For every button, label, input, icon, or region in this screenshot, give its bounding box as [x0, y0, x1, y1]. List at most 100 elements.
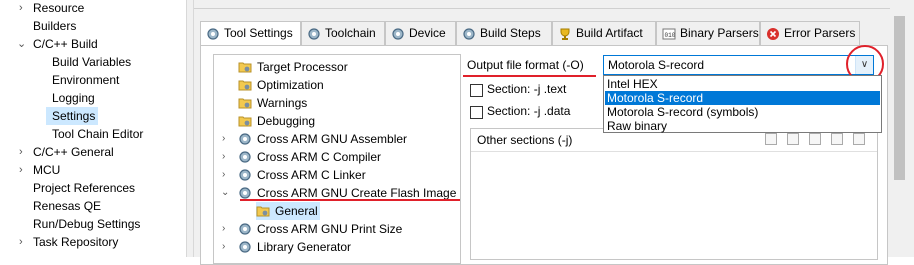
panel-splitter[interactable]: [186, 0, 194, 257]
tree-item-cross-arm-c-linker[interactable]: › Cross ARM C Linker: [214, 166, 460, 184]
tree-item-label: General: [275, 204, 318, 218]
output-format-dropdown-list: Intel HEX Motorola S-record Motorola S-r…: [603, 75, 882, 133]
expand-arrow-icon[interactable]: ›: [19, 0, 31, 17]
properties-page: Tool Settings Toolchain Device Build Ste…: [194, 0, 914, 265]
tree-item-optimization[interactable]: Optimization: [214, 76, 460, 94]
expand-arrow-icon[interactable]: ›: [222, 130, 234, 148]
other-sections-list[interactable]: Other sections (-j): [470, 128, 878, 260]
chevron-down-icon[interactable]: ∨: [855, 56, 873, 74]
nav-item-renesas-qe[interactable]: Renesas QE: [0, 197, 186, 215]
expand-arrow-icon[interactable]: ›: [19, 233, 31, 251]
tree-item-cross-arm-c-compiler[interactable]: › Cross ARM C Compiler: [214, 148, 460, 166]
nav-item-logging[interactable]: Logging: [0, 89, 186, 107]
collapse-arrow-icon[interactable]: ⌄: [17, 35, 29, 53]
expand-arrow-icon[interactable]: ›: [222, 220, 234, 238]
tab-tool-settings[interactable]: Tool Settings: [200, 21, 301, 46]
nav-item-label: Tool Chain Editor: [52, 127, 144, 141]
vertical-scrollbar[interactable]: [891, 0, 908, 257]
nav-item-mcu[interactable]: › MCU: [0, 161, 186, 179]
nav-item-builders[interactable]: Builders: [0, 17, 186, 35]
device-icon: [392, 28, 404, 40]
dropdown-option-raw-binary[interactable]: Raw binary: [605, 119, 880, 133]
tree-item-label: Cross ARM C Compiler: [257, 150, 382, 164]
nav-item-resource[interactable]: › Resource: [0, 0, 186, 17]
nav-item-cpp-build[interactable]: ⌄ C/C++ Build: [0, 35, 186, 53]
tool-settings-tree: Target Processor Optimization Warnings D…: [213, 54, 461, 264]
move-down-icon[interactable]: [853, 133, 865, 145]
nav-item-task-repository[interactable]: › Task Repository: [0, 233, 186, 251]
tree-item-cross-arm-gnu-assembler[interactable]: › Cross ARM GNU Assembler: [214, 130, 460, 148]
tree-item-general[interactable]: General: [256, 202, 320, 220]
nav-item-label: Settings: [52, 109, 96, 123]
nav-item-label: C/C++ General: [33, 145, 114, 159]
section-text-checkbox[interactable]: [470, 84, 483, 97]
edit-icon[interactable]: [809, 133, 821, 145]
trophy-icon: [560, 28, 570, 40]
nav-item-label: Environment: [52, 73, 120, 87]
collapse-arrow-icon[interactable]: ⌄: [221, 184, 233, 202]
section-data-label: Section: -j .data: [487, 104, 571, 118]
tree-item-label: Debugging: [257, 114, 316, 128]
tree-item-warnings[interactable]: Warnings: [214, 94, 460, 112]
build-steps-icon: [463, 28, 475, 40]
nav-item-label: Renesas QE: [33, 199, 102, 213]
tab-build-steps[interactable]: Build Steps: [456, 21, 552, 45]
tool-gear-icon: [239, 241, 251, 253]
tab-binary-parsers[interactable]: 010 Binary Parsers: [656, 21, 760, 45]
expand-arrow-icon[interactable]: ›: [222, 148, 234, 166]
nav-item-settings[interactable]: Settings: [46, 107, 98, 125]
nav-item-label: Logging: [52, 91, 95, 105]
tab-label: Tool Settings: [224, 26, 293, 40]
nav-item-label: Builders: [33, 19, 77, 33]
tab-label: Build Steps: [480, 26, 541, 40]
tab-toolchain[interactable]: Toolchain: [301, 21, 385, 45]
folder-gear-icon: [238, 116, 252, 127]
svg-text:010: 010: [665, 32, 676, 39]
tree-item-target-processor[interactable]: Target Processor: [214, 58, 460, 76]
tree-item-cross-arm-gnu-print-size[interactable]: › Cross ARM GNU Print Size: [214, 220, 460, 238]
expand-arrow-icon[interactable]: ›: [19, 143, 31, 161]
other-sections-label: Other sections (-j): [477, 133, 573, 147]
delete-icon[interactable]: [787, 133, 799, 145]
scrollbar-thumb[interactable]: [894, 16, 905, 180]
flash-image-options: Output file format (-O) Motorola S-recor…: [467, 54, 887, 264]
nav-item-build-variables[interactable]: Build Variables: [0, 53, 186, 71]
tool-gear-icon: [239, 187, 251, 199]
tool-gear-icon: [239, 169, 251, 181]
section-data-checkbox[interactable]: [470, 106, 483, 119]
tree-item-label: Library Generator: [257, 240, 352, 254]
add-icon[interactable]: [765, 133, 777, 145]
dropdown-option-motorola-srecord[interactable]: Motorola S-record: [605, 91, 880, 105]
tab-label: Error Parsers: [784, 26, 856, 40]
nav-item-cpp-general[interactable]: › C/C++ General: [0, 143, 186, 161]
expand-arrow-icon[interactable]: ›: [222, 166, 234, 184]
move-up-icon[interactable]: [831, 133, 843, 145]
output-format-select[interactable]: Motorola S-record ∨: [603, 55, 874, 75]
folder-gear-icon: [256, 206, 270, 217]
nav-item-run-debug-settings[interactable]: Run/Debug Settings: [0, 215, 186, 233]
toolchain-icon: [308, 28, 320, 40]
annotation-underline-flash-image: [240, 199, 460, 201]
tab-label: Binary Parsers: [680, 26, 759, 40]
dropdown-option-motorola-srecord-symbols[interactable]: Motorola S-record (symbols): [605, 105, 880, 119]
tool-gear-icon: [239, 133, 251, 145]
tree-item-library-generator[interactable]: › Library Generator: [214, 238, 460, 256]
expand-arrow-icon[interactable]: ›: [19, 161, 31, 179]
tool-gear-icon: [239, 223, 251, 235]
nav-item-project-references[interactable]: Project References: [0, 179, 186, 197]
nav-item-environment[interactable]: Environment: [0, 71, 186, 89]
expand-arrow-icon[interactable]: ›: [222, 238, 234, 256]
tree-item-label: Cross ARM GNU Print Size: [257, 222, 403, 236]
dropdown-option-intel-hex[interactable]: Intel HEX: [605, 77, 880, 91]
nav-item-tool-chain-editor[interactable]: Tool Chain Editor: [0, 125, 186, 143]
properties-nav-tree: › Resource Builders ⌄ C/C++ Build Build …: [0, 0, 186, 257]
tab-build-artifact[interactable]: Build Artifact: [552, 21, 656, 45]
section-text-label: Section: -j .text: [487, 82, 567, 96]
output-format-value: Motorola S-record: [608, 58, 705, 72]
tab-error-parsers[interactable]: Error Parsers: [760, 21, 860, 45]
error-icon: [767, 28, 779, 40]
nav-item-label: MCU: [33, 163, 61, 177]
tab-device[interactable]: Device: [385, 21, 456, 45]
tree-item-debugging[interactable]: Debugging: [214, 112, 460, 130]
nav-item-label: Project References: [33, 181, 136, 195]
